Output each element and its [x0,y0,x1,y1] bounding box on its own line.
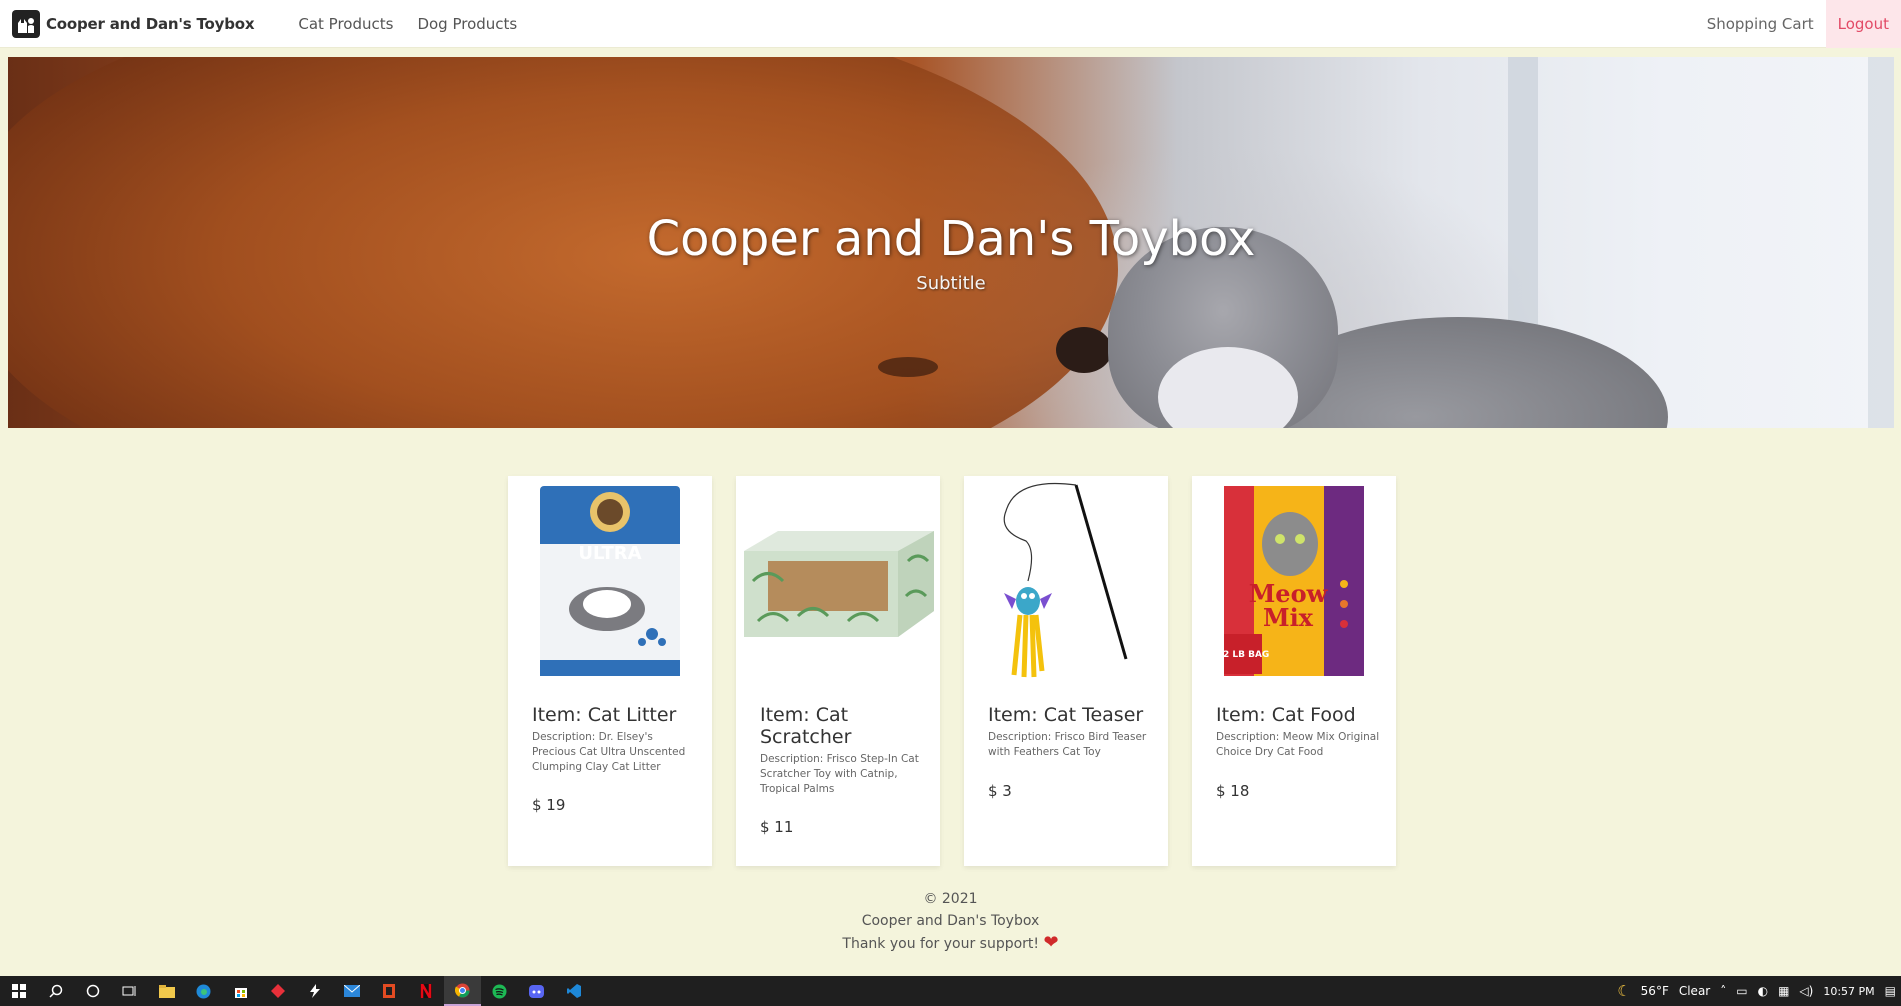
brand-name: Cooper and Dan's Toybox [46,14,255,33]
app-red-diamond-icon[interactable] [259,976,296,1006]
heart-icon: ❤ [1043,932,1059,953]
svg-text:ULTRA: ULTRA [578,543,641,564]
footer-site-name: Cooper and Dan's Toybox [861,913,1040,929]
hero-content: Cooper and Dan's Toybox Subtitle [8,57,1894,428]
hero-banner: Cooper and Dan's Toybox Subtitle [8,57,1894,428]
chevron-up-icon[interactable]: ˄ [1715,984,1731,998]
store-icon[interactable] [222,976,259,1006]
nav-cat-products[interactable]: Cat Products [286,0,405,48]
footer: © 2021 Cooper and Dan's Toybox Thank you… [0,888,1901,955]
product-image-cat-teaser [964,476,1168,686]
clock-time[interactable]: 10:57 PM [1818,985,1879,998]
pets-logo-icon [12,9,40,38]
search-icon[interactable] [37,976,74,1006]
weather-temperature[interactable]: 56°F [1636,984,1674,998]
navbar: Cooper and Dan's Toybox Cat Products Dog… [0,0,1901,48]
product-price: $ 3 [988,782,1012,800]
discord-icon[interactable] [518,976,555,1006]
vscode-icon[interactable] [555,976,592,1006]
product-card-cat-litter[interactable]: ULTRA Item: Cat Litter Description: Dr. … [508,476,712,866]
brand-link[interactable]: Cooper and Dan's Toybox [0,0,255,48]
footer-thanks-line: Thank you for your support! ❤ [0,932,1901,955]
network-icon[interactable]: ▦ [1773,984,1794,998]
app-lightning-icon[interactable] [296,976,333,1006]
product-description: Description: Frisco Step-In Cat Scratche… [760,753,919,795]
moon-weather-icon: ☾ [1617,982,1631,1000]
edge-browser-icon[interactable] [185,976,222,1006]
footer-copyright: © 2021 [923,891,978,907]
product-description: Description: Frisco Bird Teaser with Fea… [988,731,1147,758]
product-image-cat-food: Meow Mix 22 LB BAG [1192,476,1396,686]
product-title: Item: Cat Food [1216,704,1356,726]
product-price: $ 18 [1216,782,1250,800]
hero-subtitle: Subtitle [916,273,986,294]
nav-dog-products[interactable]: Dog Products [405,0,529,48]
task-view-icon[interactable] [111,976,148,1006]
svg-text:Mix: Mix [1263,603,1314,632]
product-price: $ 19 [532,796,566,814]
product-image-cat-litter: ULTRA [508,476,712,686]
product-title: Item: Cat Scratcher [760,704,852,748]
product-description: Description: Dr. Elsey's Precious Cat Ul… [532,731,686,773]
svg-text:22 LB BAG: 22 LB BAG [1222,650,1269,660]
product-price: $ 11 [760,818,794,836]
volume-icon[interactable]: ◁) [1794,984,1818,998]
mail-icon[interactable] [333,976,370,1006]
product-card-cat-scratcher[interactable]: Item: Cat Scratcher Description: Frisco … [736,476,940,866]
footer-thanks: Thank you for your support! [842,936,1040,952]
spotify-icon[interactable] [481,976,518,1006]
product-card-cat-teaser[interactable]: Item: Cat Teaser Description: Frisco Bir… [964,476,1168,866]
file-explorer-icon[interactable] [148,976,185,1006]
product-title: Item: Cat Teaser [988,704,1144,726]
windows-taskbar: ☾ 56°F Clear ˄ ▭ ◐ ▦ ◁) 10:57 PM ▤ [0,976,1901,1006]
notification-icon[interactable]: ▤ [1880,984,1901,998]
nav-shopping-cart[interactable]: Shopping Cart [1695,0,1826,48]
product-card-cat-food[interactable]: Meow Mix 22 LB BAG Item: Cat Food Descri… [1192,476,1396,866]
cortana-icon[interactable] [74,976,111,1006]
netflix-icon[interactable] [407,976,444,1006]
system-tray: ☾ 56°F Clear ˄ ▭ ◐ ▦ ◁) 10:57 PM ▤ [1612,976,1901,1006]
product-grid: ULTRA Item: Cat Litter Description: Dr. … [508,476,1396,866]
product-description: Description: Meow Mix Original Choice Dr… [1216,731,1380,758]
office-icon[interactable] [370,976,407,1006]
product-title: Item: Cat Litter [532,704,677,726]
windows-start-icon[interactable] [0,976,37,1006]
chrome-icon[interactable] [444,976,481,1006]
logout-button[interactable]: Logout [1825,0,1901,48]
meet-now-icon[interactable]: ▭ [1731,984,1752,998]
weather-condition[interactable]: Clear [1674,984,1715,998]
product-image-cat-scratcher [736,476,940,686]
security-icon[interactable]: ◐ [1753,984,1773,998]
hero-title: Cooper and Dan's Toybox [646,211,1256,267]
